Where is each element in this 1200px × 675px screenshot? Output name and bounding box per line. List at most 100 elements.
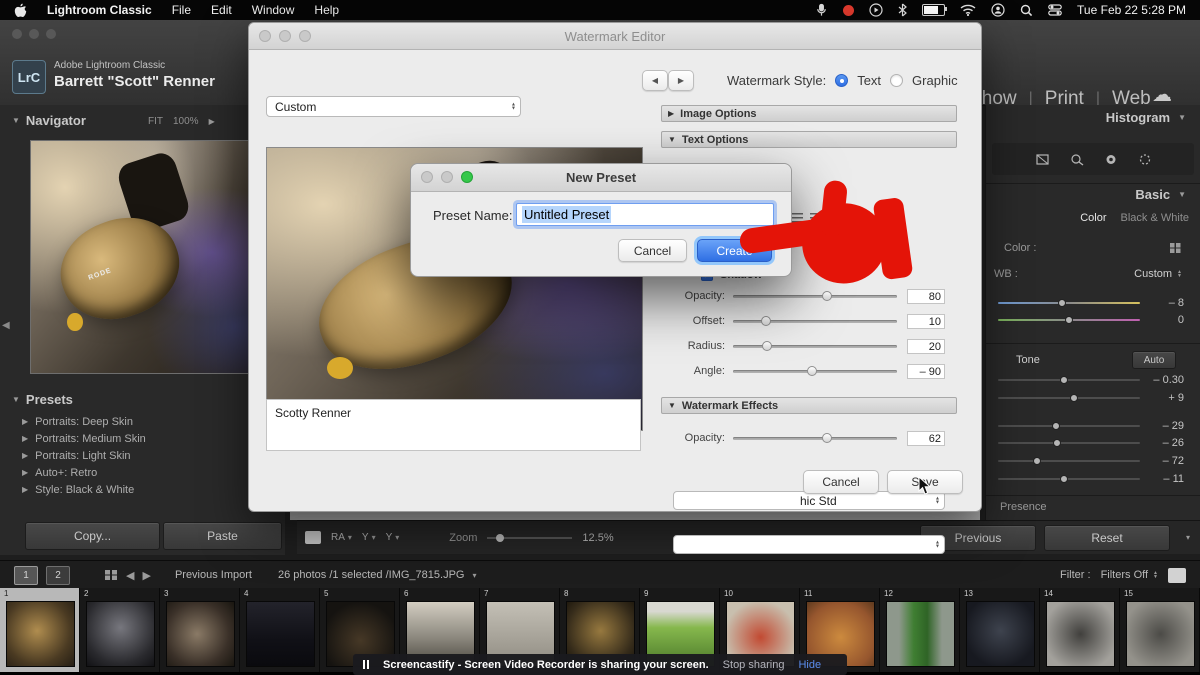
sync-cloud-icon[interactable]: ☁: [1152, 82, 1172, 107]
slider-knob[interactable]: [1058, 299, 1066, 307]
zoom-slider[interactable]: [487, 537, 572, 539]
shadow-radius-slider[interactable]: [733, 345, 897, 348]
thumb-photo[interactable]: [886, 601, 955, 667]
tint-value[interactable]: 0: [1140, 314, 1184, 326]
contrast-slider[interactable]: + 9: [998, 391, 1184, 405]
copy-button[interactable]: Copy...: [25, 522, 160, 550]
watermark-editor-titlebar[interactable]: Watermark Editor: [249, 23, 981, 50]
temp-value[interactable]: – 8: [1140, 297, 1184, 309]
filmstrip-thumb[interactable]: 15: [1120, 588, 1200, 672]
filmstrip-thumb[interactable]: 4: [240, 588, 320, 672]
slider-knob[interactable]: [762, 341, 772, 351]
slider-value[interactable]: – 90: [907, 364, 945, 379]
radio-graphic-label[interactable]: Graphic: [912, 73, 958, 88]
wifi-icon[interactable]: [960, 3, 976, 18]
thumb-photo[interactable]: [6, 601, 75, 667]
apple-menu-icon[interactable]: [14, 3, 27, 18]
histogram-header[interactable]: Histogram ▼: [986, 110, 1186, 125]
treatment-color-option[interactable]: Color: [1080, 212, 1106, 224]
whites-value[interactable]: – 72: [1140, 455, 1184, 467]
temp-slider[interactable]: – 8: [998, 296, 1184, 310]
grid-icon[interactable]: [104, 569, 118, 581]
menubar-clock[interactable]: Tue Feb 22 5:28 PM: [1077, 3, 1186, 17]
slider-value[interactable]: 62: [907, 431, 945, 446]
treatment-bw-option[interactable]: Black & White: [1121, 212, 1189, 224]
whites-slider[interactable]: – 72: [998, 454, 1184, 468]
thumb-photo[interactable]: [1046, 601, 1115, 667]
slider-knob[interactable]: [822, 433, 832, 443]
previous-image-button[interactable]: ◀: [642, 70, 668, 91]
watermark-preset-dropdown[interactable]: Custom ▲▼: [266, 96, 521, 117]
radio-text-label[interactable]: Text: [857, 73, 881, 88]
window-zoom-icon[interactable]: [46, 29, 56, 39]
next-image-button[interactable]: ▶: [668, 70, 694, 91]
auto-button[interactable]: Auto: [1132, 351, 1176, 369]
filmstrip-thumb[interactable]: 12: [880, 588, 960, 672]
effects-opacity-slider[interactable]: [733, 437, 897, 440]
window-close-icon[interactable]: [12, 29, 22, 39]
fit-zoom-option[interactable]: FIT: [148, 116, 163, 127]
exposure-slider[interactable]: – 0.30: [998, 373, 1184, 387]
caret-down-icon[interactable]: ▾: [472, 571, 476, 580]
go-back-icon[interactable]: ◀: [126, 569, 134, 582]
presets-header[interactable]: ▼ Presets: [12, 392, 73, 407]
preset-item[interactable]: ▶Auto+: Retro: [0, 464, 285, 481]
go-forward-icon[interactable]: ▶: [142, 569, 150, 582]
new-preset-titlebar[interactable]: New Preset: [411, 164, 791, 192]
filmstrip-selection-info[interactable]: 26 photos /1 selected /IMG_7815.JPG: [278, 569, 465, 581]
reset-button[interactable]: Reset: [1044, 525, 1170, 551]
menu-help[interactable]: Help: [314, 3, 339, 17]
highlights-slider[interactable]: – 29: [998, 419, 1184, 433]
navigator-preview[interactable]: RODE: [30, 140, 258, 374]
search-icon[interactable]: [1020, 3, 1033, 18]
contrast-value[interactable]: + 9: [1140, 392, 1184, 404]
navigator-zoom-level[interactable]: 100%: [173, 116, 199, 127]
loupe-view-icon[interactable]: [305, 531, 321, 544]
grid-view-control[interactable]: RA ▾: [331, 532, 352, 543]
user-circle-icon[interactable]: [991, 3, 1005, 18]
filmstrip-thumb[interactable]: 13: [960, 588, 1040, 672]
zoom-icon[interactable]: [299, 30, 311, 42]
menu-edit[interactable]: Edit: [211, 3, 232, 17]
compare-view-control[interactable]: Y ▾: [362, 532, 376, 543]
filmstrip-thumb[interactable]: 2: [80, 588, 160, 672]
paste-button[interactable]: Paste: [163, 522, 282, 550]
slider-knob[interactable]: [1033, 457, 1041, 465]
slider-knob[interactable]: [1060, 376, 1068, 384]
shadows-slider[interactable]: – 26: [998, 436, 1184, 450]
slider-knob[interactable]: [1052, 422, 1060, 430]
filmstrip-thumb[interactable]: 3: [160, 588, 240, 672]
watermark-text-input[interactable]: Scotty Renner: [266, 399, 641, 451]
menu-window[interactable]: Window: [252, 3, 295, 17]
radio-graphic-icon[interactable]: [890, 74, 903, 87]
secondary-display-button[interactable]: 2: [46, 566, 70, 585]
play-circle-icon[interactable]: [869, 3, 883, 18]
spot-removal-icon[interactable]: [1070, 153, 1084, 166]
thumb-photo[interactable]: [1126, 601, 1195, 667]
slider-knob[interactable]: [807, 366, 817, 376]
close-icon[interactable]: [421, 171, 433, 183]
navigator-header[interactable]: ▼ Navigator: [12, 113, 86, 128]
menu-file[interactable]: File: [172, 3, 191, 17]
thumb-photo[interactable]: [86, 601, 155, 667]
preset-item[interactable]: ▶Portraits: Medium Skin: [0, 430, 285, 447]
slider-value[interactable]: 10: [907, 314, 945, 329]
masking-icon[interactable]: [1138, 153, 1152, 166]
minimize-icon[interactable]: [279, 30, 291, 42]
dialog-window-controls[interactable]: [259, 30, 311, 42]
preset-item[interactable]: ▶Style: Black & White: [0, 481, 285, 498]
tint-slider[interactable]: 0: [998, 313, 1184, 327]
navigator-zoom-caret-icon[interactable]: ▶: [209, 117, 215, 126]
basic-panel-header[interactable]: Basic ▼: [986, 187, 1186, 202]
slider-knob[interactable]: [1070, 394, 1078, 402]
thumb-photo[interactable]: [246, 601, 315, 667]
primary-display-button[interactable]: 1: [14, 566, 38, 585]
window-controls[interactable]: [12, 29, 56, 39]
watermark-cancel-button[interactable]: Cancel: [803, 470, 879, 494]
thumb-photo[interactable]: [166, 601, 235, 667]
crop-overlay-icon[interactable]: [1035, 153, 1050, 166]
image-options-section-header[interactable]: ▶ Image Options: [661, 105, 957, 122]
watermark-effects-section-header[interactable]: ▼ Watermark Effects: [661, 397, 957, 414]
shadow-angle-slider[interactable]: [733, 370, 897, 373]
menubar-app-name[interactable]: Lightroom Classic: [47, 3, 152, 17]
